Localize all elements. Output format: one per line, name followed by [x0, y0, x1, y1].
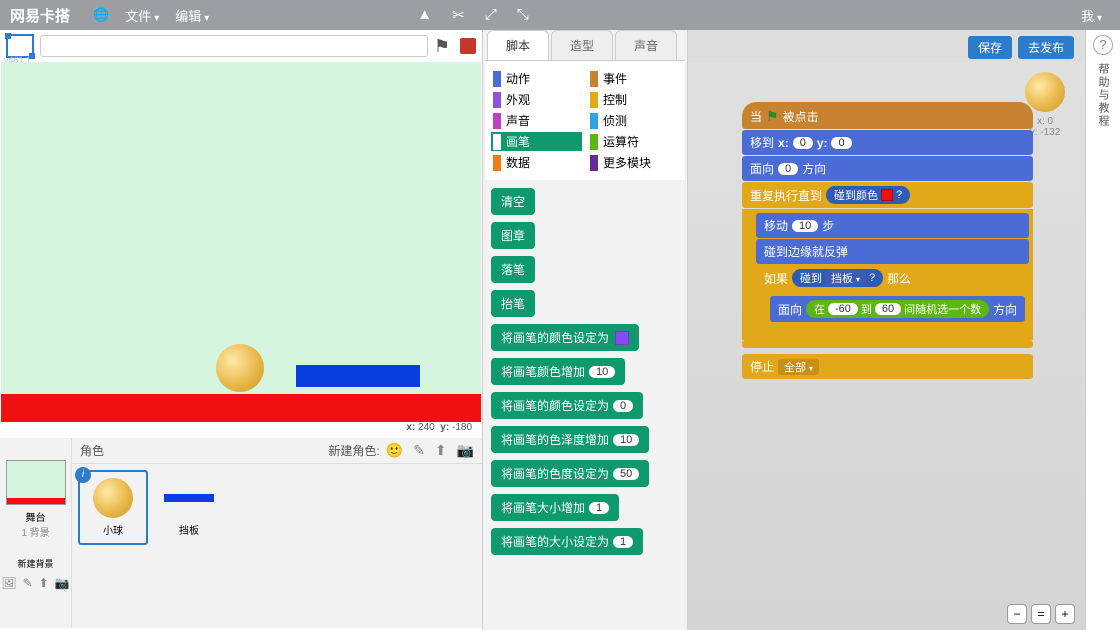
block-set-pen-color[interactable]: 将画笔的颜色设定为 — [491, 324, 639, 351]
help-panel: ? 帮助与教程 — [1085, 30, 1120, 630]
zoom-out-icon[interactable]: − — [1007, 604, 1027, 624]
stage-paddle-sprite[interactable] — [296, 365, 420, 387]
sprite-thumb-paddle[interactable]: 挡板 — [154, 470, 224, 545]
save-button[interactable]: 保存 — [968, 36, 1012, 59]
block-repeat-until[interactable]: 重复执行直到 碰到颜色? — [742, 182, 1033, 208]
stop-icon[interactable] — [460, 38, 476, 54]
cat-more[interactable]: 更多模块 — [588, 153, 679, 172]
backdrop-camera-icon[interactable]: 📷 — [55, 576, 70, 590]
block-categories: 动作 事件 外观 控制 声音 侦测 画笔 运算符 数据 更多模块 — [485, 60, 685, 180]
paddle-icon — [164, 494, 214, 502]
tab-costumes[interactable]: 造型 — [551, 30, 613, 60]
block-set-pen-color-num[interactable]: 将画笔的颜色设定为0 — [491, 392, 643, 419]
mouse-coords: x: 240 y: -180 — [0, 422, 482, 438]
globe-icon[interactable]: 🌐 — [93, 7, 109, 23]
backdrop-upload-icon[interactable]: ⬆ — [39, 576, 49, 590]
help-icon[interactable]: ? — [1093, 35, 1113, 55]
help-label[interactable]: 帮助与教程 — [1095, 63, 1111, 128]
top-menu-bar: 网易卡搭 🌐 文件 编辑 ▲ ✂ ⤢ ⤡ 我 — [0, 0, 1120, 30]
new-sprite-label: 新建角色: — [328, 442, 379, 459]
stamp-tool-icon[interactable]: ▲ — [417, 6, 432, 24]
cat-events[interactable]: 事件 — [588, 69, 679, 88]
tab-scripts[interactable]: 脚本 — [487, 30, 549, 60]
block-pen-down[interactable]: 落笔 — [491, 256, 535, 283]
cat-sensing[interactable]: 侦测 — [588, 111, 679, 130]
block-when-flag-clicked[interactable]: 当⚑被点击 — [742, 102, 1033, 129]
cat-sound[interactable]: 声音 — [491, 111, 582, 130]
stage-ball-sprite[interactable] — [216, 344, 264, 392]
ball-icon — [93, 478, 133, 518]
zoom-in-icon[interactable]: + — [1055, 604, 1075, 624]
backdrop-paint-icon[interactable]: ✎ — [23, 576, 33, 590]
block-stamp[interactable]: 图章 — [491, 222, 535, 249]
stage-label: 舞台 — [0, 509, 71, 524]
script-workspace[interactable]: x: 0 y: -132 当⚑被点击 移到 x:0 y:0 面向0方向 重复执行… — [688, 62, 1085, 630]
cat-pen[interactable]: 画笔 — [491, 132, 582, 151]
cat-operators[interactable]: 运算符 — [588, 132, 679, 151]
backdrop-panel: 舞台 1 背景 新建背景 🖼 ✎ ⬆ 📷 — [0, 438, 72, 628]
block-point-direction[interactable]: 面向0方向 — [742, 156, 1033, 181]
stage-canvas[interactable] — [1, 62, 481, 422]
sprite-paint-icon[interactable]: ✎ — [413, 442, 425, 459]
backdrop-library-icon[interactable]: 🖼 — [1, 576, 16, 590]
block-pen-up[interactable]: 抬笔 — [491, 290, 535, 317]
sprite-library-icon[interactable]: 🙂 — [386, 442, 403, 459]
grow-tool-icon[interactable]: ⤢ — [485, 6, 497, 24]
blocks-palette: 清空 图章 落笔 抬笔 将画笔的颜色设定为 将画笔颜色增加10 将画笔的颜色设定… — [485, 180, 685, 615]
sprite-upload-icon[interactable]: ⬆ — [435, 442, 447, 459]
block-set-shade[interactable]: 将画笔的色度设定为50 — [491, 460, 649, 487]
tab-sounds[interactable]: 声音 — [615, 30, 677, 60]
block-change-shade[interactable]: 将画笔的色泽度增加10 — [491, 426, 649, 453]
green-flag-icon[interactable]: ⚑ — [434, 36, 450, 57]
shrink-tool-icon[interactable]: ⤡ — [517, 6, 529, 24]
sprite-info-icon[interactable]: i — [75, 467, 91, 483]
stage-floor — [1, 394, 481, 422]
block-clear[interactable]: 清空 — [491, 188, 535, 215]
file-menu[interactable]: 文件 — [125, 6, 159, 25]
cat-data[interactable]: 数据 — [491, 153, 582, 172]
publish-button[interactable]: 去发布 — [1018, 36, 1074, 59]
sprite-camera-icon[interactable]: 📷 — [457, 442, 474, 459]
sprites-label: 角色 — [80, 442, 328, 459]
edit-menu[interactable]: 编辑 — [175, 6, 209, 25]
block-goto-xy[interactable]: 移到 x:0 y:0 — [742, 130, 1033, 155]
cat-motion[interactable]: 动作 — [491, 69, 582, 88]
block-change-size[interactable]: 将画笔大小增加1 — [491, 494, 619, 521]
block-move-steps[interactable]: 移动10步 — [756, 213, 1029, 238]
block-stop[interactable]: 停止全部 — [742, 354, 1033, 379]
block-change-pen-color[interactable]: 将画笔颜色增加10 — [491, 358, 625, 385]
flag-icon: ⚑ — [766, 108, 779, 125]
cat-looks[interactable]: 外观 — [491, 90, 582, 109]
block-if[interactable]: 如果 碰到挡板? 那么 — [756, 265, 1029, 291]
cat-control[interactable]: 控制 — [588, 90, 679, 109]
block-repeat-end[interactable] — [742, 340, 1033, 348]
zoom-reset-icon[interactable]: = — [1031, 604, 1051, 624]
stage-header: ⚑ — [0, 30, 482, 62]
block-if-end[interactable] — [756, 327, 1029, 335]
new-backdrop-label: 新建背景 — [0, 557, 71, 570]
block-bounce-edge[interactable]: 碰到边缘就反弹 — [756, 239, 1029, 264]
backdrop-count: 1 背景 — [0, 524, 71, 539]
script-stack[interactable]: 当⚑被点击 移到 x:0 y:0 面向0方向 重复执行直到 碰到颜色? 移动10… — [742, 102, 1033, 380]
block-point-random[interactable]: 面向 在-60到60间随机选一个数 方向 — [770, 296, 1025, 322]
backdrop-thumb[interactable] — [6, 460, 66, 505]
account-menu[interactable]: 我 — [1081, 6, 1102, 25]
block-set-size[interactable]: 将画笔的大小设定为1 — [491, 528, 643, 555]
brand-logo: 网易卡搭 — [10, 5, 70, 26]
cut-tool-icon[interactable]: ✂ — [452, 6, 465, 24]
sprite-thumb-ball[interactable]: i 小球 — [78, 470, 148, 545]
project-title-input[interactable] — [40, 35, 428, 57]
